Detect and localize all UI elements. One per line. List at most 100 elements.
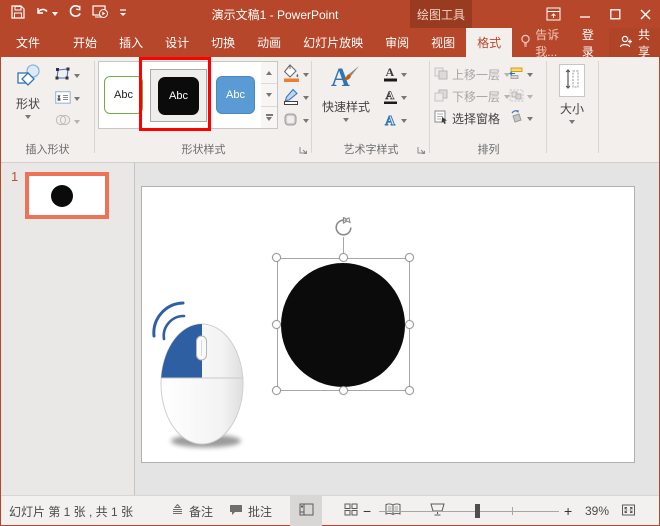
rotate-icon — [509, 110, 524, 127]
edit-shape-button[interactable] — [55, 65, 80, 86]
selection-handle[interactable] — [272, 386, 281, 395]
tab-view[interactable]: 视图 — [420, 28, 466, 57]
share-person-icon — [619, 35, 633, 51]
text-box-icon — [55, 91, 71, 107]
send-backward-button[interactable]: 下移一层 — [434, 86, 510, 107]
text-effects-button[interactable]: A — [383, 110, 407, 131]
shape-outline-button[interactable] — [283, 87, 309, 108]
edit-shape-icon — [55, 67, 71, 84]
tab-insert[interactable]: 插入 — [108, 28, 154, 57]
gallery-scroll-up-button[interactable] — [261, 62, 277, 84]
tab-slideshow[interactable]: 幻灯片放映 — [292, 28, 374, 57]
tab-animations[interactable]: 动画 — [246, 28, 292, 57]
slide-indicator[interactable]: 幻灯片 第 1 张 , 共 1 张 — [9, 496, 133, 526]
selection-handle[interactable] — [405, 320, 414, 329]
shape-effects-caret — [303, 119, 309, 123]
text-effects-caret — [401, 119, 407, 123]
selection-pane-button[interactable]: 选择窗格 — [434, 108, 500, 129]
edit-shape-caret — [74, 74, 80, 78]
rotate-button[interactable] — [509, 108, 533, 129]
save-button[interactable] — [8, 2, 28, 26]
normal-view-icon — [299, 503, 314, 519]
selection-handle[interactable] — [339, 386, 348, 395]
zoom-out-button[interactable]: − — [363, 496, 371, 526]
start-from-beginning-button[interactable] — [89, 2, 112, 26]
tab-file[interactable]: 文件 — [2, 28, 54, 57]
shape-style-thumbnail-1[interactable]: Abc — [104, 76, 143, 114]
undo-button[interactable] — [32, 2, 61, 26]
gallery-scroll-down-button[interactable] — [261, 84, 277, 106]
shape-fill-button[interactable] — [283, 64, 309, 85]
normal-view-button[interactable] — [290, 496, 322, 526]
zoom-slider-center-tick — [512, 507, 513, 515]
shape-effects-icon — [283, 112, 300, 130]
undo-dropdown-caret[interactable] — [52, 12, 58, 16]
redo-button[interactable] — [65, 2, 85, 26]
text-fill-caret — [401, 73, 407, 77]
merge-shapes-button[interactable] — [55, 111, 80, 132]
scroll-up-icon — [266, 71, 272, 75]
customize-qat-button[interactable] — [116, 2, 130, 26]
quick-styles-caret — [343, 118, 349, 122]
tab-transitions[interactable]: 切换 — [200, 28, 246, 57]
mouse-click-clipart[interactable] — [148, 294, 248, 454]
text-effects-icon: A — [383, 111, 398, 131]
shape-effects-button[interactable] — [283, 110, 309, 131]
tab-review[interactable]: 审阅 — [374, 28, 420, 57]
bring-forward-button[interactable]: 上移一层 — [434, 64, 510, 85]
quick-styles-button[interactable]: A 快速样式 — [317, 62, 375, 122]
text-box-caret — [74, 97, 80, 101]
share-button[interactable]: 共享 — [609, 28, 660, 57]
tell-me-box[interactable]: 告诉我... — [512, 28, 572, 57]
selection-handle[interactable] — [405, 386, 414, 395]
size-button[interactable]: 大小 — [551, 64, 593, 124]
zoom-slider-track[interactable] — [379, 511, 559, 512]
slide-canvas[interactable] — [141, 186, 635, 463]
selected-circle-shape[interactable] — [281, 263, 405, 387]
scroll-down-icon — [266, 93, 272, 97]
rotation-handle[interactable] — [333, 217, 354, 238]
tab-format-active[interactable]: 格式 — [466, 28, 512, 57]
minimize-button[interactable] — [570, 0, 600, 28]
text-outline-icon: A — [383, 88, 398, 108]
send-backward-label: 下移一层 — [452, 88, 500, 105]
align-caret — [527, 73, 533, 77]
slide-thumbnail-1[interactable] — [25, 172, 109, 219]
align-button[interactable] — [509, 64, 533, 85]
contextual-tab-group-drawing-tools: 绘图工具 — [410, 0, 472, 28]
comments-icon — [229, 504, 243, 519]
group-separator — [429, 61, 430, 153]
zoom-level[interactable]: 39% — [585, 496, 609, 526]
tab-spacer — [54, 28, 62, 57]
redo-icon — [68, 5, 82, 24]
shape-style-thumbnail-3[interactable]: Abc — [216, 76, 255, 114]
svg-text:A: A — [386, 65, 395, 79]
selection-handle[interactable] — [272, 320, 281, 329]
zoom-in-button[interactable]: + — [564, 496, 572, 526]
text-box-button[interactable] — [55, 88, 80, 109]
notes-button[interactable]: 备注 — [171, 496, 213, 526]
tab-design[interactable]: 设计 — [154, 28, 200, 57]
gallery-more-button[interactable] — [261, 107, 277, 128]
zoom-slider-thumb[interactable] — [475, 504, 480, 518]
quick-access-toolbar — [8, 0, 130, 28]
group-objects-button[interactable] — [509, 86, 533, 107]
shape-styles-dialog-launcher[interactable] — [299, 144, 308, 158]
insert-shapes-button[interactable]: 形状 — [7, 63, 49, 119]
wordart-dialog-launcher[interactable] — [417, 144, 426, 158]
selection-handle[interactable] — [405, 253, 414, 262]
arrange-group-label: 排列 — [431, 141, 546, 157]
size-caret — [569, 120, 575, 124]
selection-handle[interactable] — [339, 253, 348, 262]
close-button[interactable] — [630, 0, 660, 28]
maximize-button[interactable] — [600, 0, 630, 28]
ribbon-display-options-button[interactable] — [536, 0, 570, 28]
text-outline-button[interactable]: A — [383, 87, 407, 108]
sign-in-button[interactable]: 登录 — [572, 28, 609, 57]
fit-slide-to-window-button[interactable] — [621, 496, 636, 526]
selection-handle[interactable] — [272, 253, 281, 262]
comments-button[interactable]: 批注 — [229, 496, 272, 526]
tab-home[interactable]: 开始 — [62, 28, 108, 57]
text-fill-button[interactable]: A — [383, 64, 407, 85]
title-bar: 演示文稿1 - PowerPoint 绘图工具 — [0, 0, 660, 28]
